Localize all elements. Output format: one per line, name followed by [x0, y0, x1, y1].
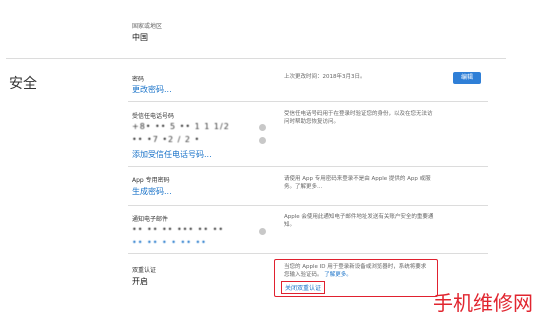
two-factor-label: 双重认证	[132, 267, 157, 274]
turn-off-two-factor-link[interactable]: 关闭双重认证	[281, 281, 326, 294]
two-factor-desc: 当您的 Apple ID 用于登录新设备或浏览器时，系统将要求您输入验证码。 了…	[284, 263, 429, 279]
trusted-phone-number-2: •• •7 •2 / 2 •	[132, 135, 201, 144]
divider-1	[128, 101, 488, 102]
divider-4	[128, 253, 488, 254]
app-password-label: App 专用密码	[132, 177, 170, 184]
watermark-text: 手机维修网	[433, 291, 533, 315]
app-password-desc: 请使用 App 专用密码来登录不是由 Apple 提供的 App 或服务。了解更…	[284, 176, 431, 190]
password-label: 密码	[132, 76, 145, 83]
section-title: 安全	[9, 76, 37, 92]
trusted-phone-number-1: +8• •• 5 •• 1 1 1/2	[132, 122, 230, 131]
notify-email-address-1: •• •• •• ••• •• ••	[132, 225, 225, 234]
remove-phone-icon[interactable]	[259, 124, 266, 131]
learn-more-link[interactable]: 了解更多。	[324, 272, 352, 278]
divider-2	[128, 166, 488, 167]
region-value: 中国	[132, 33, 148, 42]
remove-email-icon[interactable]	[259, 228, 266, 235]
two-factor-desc-text: 当您的 Apple ID 用于登录新设备或浏览器时，系统将要求您输入验证码。	[284, 264, 427, 278]
trusted-phone-desc: 受信任电话号码用于在登录时验证您的身份，以及在您无法访问时帮助您恢复访问。	[284, 111, 433, 125]
divider-top	[6, 58, 506, 59]
divider-3	[128, 205, 488, 206]
add-trusted-phone-link[interactable]: 添加受信任电话号码...	[132, 149, 212, 160]
trusted-phone-label: 受信任电话号码	[132, 113, 175, 120]
change-password-link[interactable]: 更改密码...	[132, 84, 172, 95]
two-factor-status: 开启	[132, 277, 148, 286]
notify-email-label: 通知电子邮件	[132, 216, 169, 223]
notify-email-desc: Apple 会使用此通知电子邮件地址发送有关账户安全的重要通知。	[284, 214, 434, 228]
notify-email-address-2[interactable]: •• •• • • •• ••	[132, 238, 207, 247]
region-label: 国家或地区	[132, 23, 163, 30]
remove-phone-icon[interactable]	[259, 137, 266, 144]
generate-password-link[interactable]: 生成密码...	[132, 186, 172, 197]
password-last-changed: 上次更改时间：2018年3月3日。	[284, 74, 366, 80]
edit-button[interactable]: 编辑	[453, 72, 481, 84]
